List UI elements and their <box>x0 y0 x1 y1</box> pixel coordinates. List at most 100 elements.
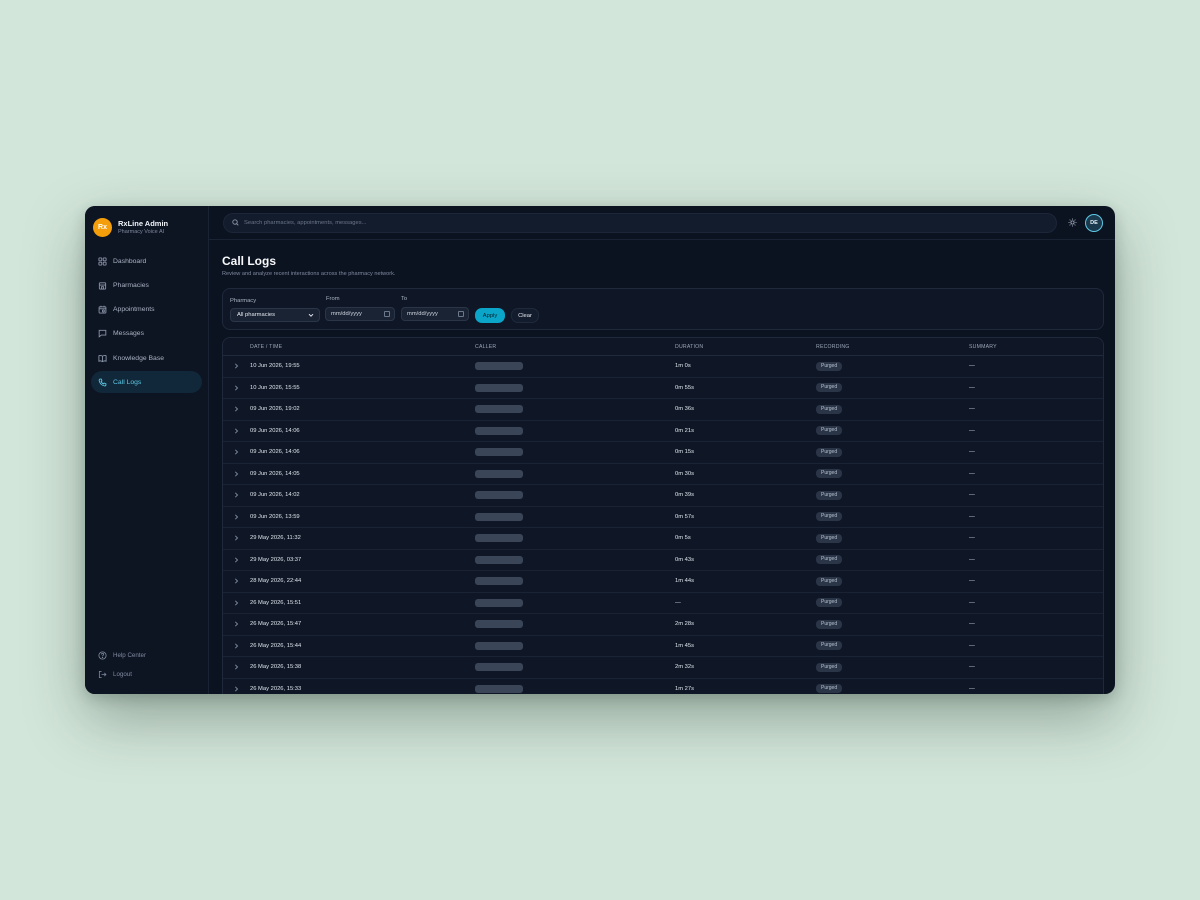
chevron-right-icon[interactable] <box>223 449 250 455</box>
chevron-right-icon[interactable] <box>223 557 250 563</box>
row-caller-redacted <box>475 426 675 435</box>
caller-redacted-bar <box>475 684 523 693</box>
sidebar-item-call-logs[interactable]: Call Logs <box>91 371 202 394</box>
calendar-icon[interactable] <box>384 311 390 317</box>
from-date-value: mm/dd/yyyy <box>331 311 362 317</box>
sidebar-item-label: Pharmacies <box>113 281 149 289</box>
chevron-right-icon[interactable] <box>223 385 250 391</box>
caller-redacted-bar <box>475 512 523 521</box>
table-row[interactable]: 09 Jun 2026, 13:59 0m 57s Purged — <box>223 507 1103 528</box>
chevron-right-icon[interactable] <box>223 578 250 584</box>
table-row[interactable]: 10 Jun 2026, 19:55 1m 0s Purged — <box>223 356 1103 378</box>
row-date-time: 09 Jun 2026, 14:05 <box>250 470 300 477</box>
recording-status-badge: Purged <box>816 598 843 608</box>
row-caller-redacted <box>475 598 675 607</box>
help-icon <box>97 650 107 660</box>
sidebar-item-messages[interactable]: Messages <box>91 323 202 345</box>
chevron-right-icon[interactable] <box>223 686 250 692</box>
table-row[interactable]: 26 May 2026, 15:33 1m 27s Purged — <box>223 679 1103 695</box>
row-duration: 0m 55s <box>675 384 695 391</box>
table-row[interactable]: 26 May 2026, 15:38 2m 32s Purged — <box>223 657 1103 679</box>
row-duration: 2m 32s <box>675 664 695 671</box>
table-row[interactable]: 29 May 2026, 03:37 0m 43s Purged — <box>223 550 1103 571</box>
table-row[interactable]: 09 Jun 2026, 14:05 0m 30s Purged — <box>223 464 1103 485</box>
sidebar-footer: Help Center Logout <box>85 645 208 684</box>
row-summary: — <box>969 599 975 606</box>
caller-redacted-bar <box>475 469 523 478</box>
chevron-right-icon[interactable] <box>223 363 250 369</box>
chevron-right-icon[interactable] <box>223 471 250 477</box>
row-duration: 0m 15s <box>675 449 695 456</box>
table-row[interactable]: 26 May 2026, 15:47 2m 28s Purged — <box>223 614 1103 636</box>
sidebar-item-appointments[interactable]: Appointments <box>91 299 202 321</box>
chevron-right-icon[interactable] <box>223 600 250 606</box>
column-header-caller[interactable]: CALLER <box>475 344 675 350</box>
chevron-right-icon[interactable] <box>223 406 250 412</box>
calendar-icon[interactable] <box>458 311 464 317</box>
chevron-right-icon[interactable] <box>223 621 250 627</box>
table-row[interactable]: 26 May 2026, 15:51 — Purged — <box>223 593 1103 614</box>
row-duration: 0m 57s <box>675 513 695 520</box>
caller-redacted-bar <box>475 641 523 650</box>
apply-button[interactable]: Apply <box>475 308 505 323</box>
row-caller-redacted <box>475 555 675 564</box>
chevron-right-icon[interactable] <box>223 664 250 670</box>
brand-logo: Rx <box>93 218 112 237</box>
chevron-right-icon[interactable] <box>223 643 250 649</box>
row-caller-redacted <box>475 362 675 371</box>
calendar-icon <box>97 305 107 315</box>
theme-toggle-sun-icon[interactable] <box>1065 216 1079 230</box>
chevron-right-icon[interactable] <box>223 492 250 498</box>
brand[interactable]: Rx RxLine Admin Pharmacy Voice AI <box>85 206 208 240</box>
pharmacy-select[interactable]: All pharmacies <box>230 308 320 322</box>
book-icon <box>97 353 107 363</box>
table-row[interactable]: 09 Jun 2026, 14:06 0m 21s Purged — <box>223 421 1103 442</box>
table-row[interactable]: 10 Jun 2026, 15:55 0m 55s Purged — <box>223 378 1103 399</box>
search-input[interactable]: Search pharmacies, appointments, message… <box>223 212 1057 233</box>
to-label: To <box>401 296 408 302</box>
row-caller-redacted <box>475 469 675 478</box>
row-summary: — <box>969 685 975 692</box>
from-date-input[interactable]: mm/dd/yyyy <box>325 307 395 321</box>
clear-button[interactable]: Clear <box>511 308 539 323</box>
row-date-time: 26 May 2026, 15:47 <box>250 621 302 628</box>
sidebar-item-help-center[interactable]: Help Center <box>91 646 202 664</box>
table-row[interactable]: 28 May 2026, 22:44 1m 44s Purged — <box>223 571 1103 593</box>
sidebar-item-pharmacies[interactable]: Pharmacies <box>91 274 202 296</box>
sidebar-nav: Dashboard Pharmacies Appointments Messag… <box>85 250 208 394</box>
caller-redacted-bar <box>475 405 523 414</box>
row-summary: — <box>969 535 975 542</box>
row-summary: — <box>969 642 975 649</box>
table-row[interactable]: 26 May 2026, 15:44 1m 45s Purged — <box>223 636 1103 657</box>
table-row[interactable]: 09 Jun 2026, 19:02 0m 36s Purged — <box>223 399 1103 421</box>
chevron-right-icon[interactable] <box>223 514 250 520</box>
user-avatar[interactable]: DE <box>1085 213 1103 232</box>
page-subtitle: Review and analyze recent interactions a… <box>222 271 396 277</box>
table-row[interactable]: 09 Jun 2026, 14:02 0m 39s Purged — <box>223 485 1103 507</box>
table-header: DATE / TIME CALLER DURATION RECORDING SU… <box>223 338 1103 356</box>
row-caller-redacted <box>475 620 675 629</box>
page-title: Call Logs <box>222 254 277 268</box>
row-caller-redacted <box>475 491 675 500</box>
sidebar-item-knowledge-base[interactable]: Knowledge Base <box>91 347 202 369</box>
column-header-date-time[interactable]: DATE / TIME <box>250 344 475 350</box>
column-header-duration[interactable]: DURATION <box>675 344 816 350</box>
row-duration: 1m 44s <box>675 578 695 585</box>
row-duration: — <box>675 599 681 606</box>
filters-panel: Pharmacy All pharmacies From mm/dd/yyyy … <box>222 288 1104 330</box>
column-header-summary[interactable]: SUMMARY <box>969 344 1103 350</box>
sidebar: Rx RxLine Admin Pharmacy Voice AI Dashbo… <box>85 206 209 694</box>
row-date-time: 29 May 2026, 11:32 <box>250 535 301 542</box>
table-row[interactable]: 29 May 2026, 11:32 0m 5s Purged — <box>223 528 1103 550</box>
chevron-right-icon[interactable] <box>223 535 250 541</box>
sidebar-item-logout[interactable]: Logout <box>91 665 202 683</box>
to-date-input[interactable]: mm/dd/yyyy <box>401 307 469 321</box>
sidebar-item-label: Appointments <box>113 306 155 314</box>
caller-redacted-bar <box>475 448 523 457</box>
table-row[interactable]: 09 Jun 2026, 14:06 0m 15s Purged — <box>223 442 1103 464</box>
sidebar-item-dashboard[interactable]: Dashboard <box>91 250 202 272</box>
chevron-right-icon[interactable] <box>223 428 250 434</box>
row-duration: 0m 39s <box>675 492 695 499</box>
column-header-recording[interactable]: RECORDING <box>816 344 969 350</box>
row-date-time: 09 Jun 2026, 14:06 <box>250 449 300 456</box>
